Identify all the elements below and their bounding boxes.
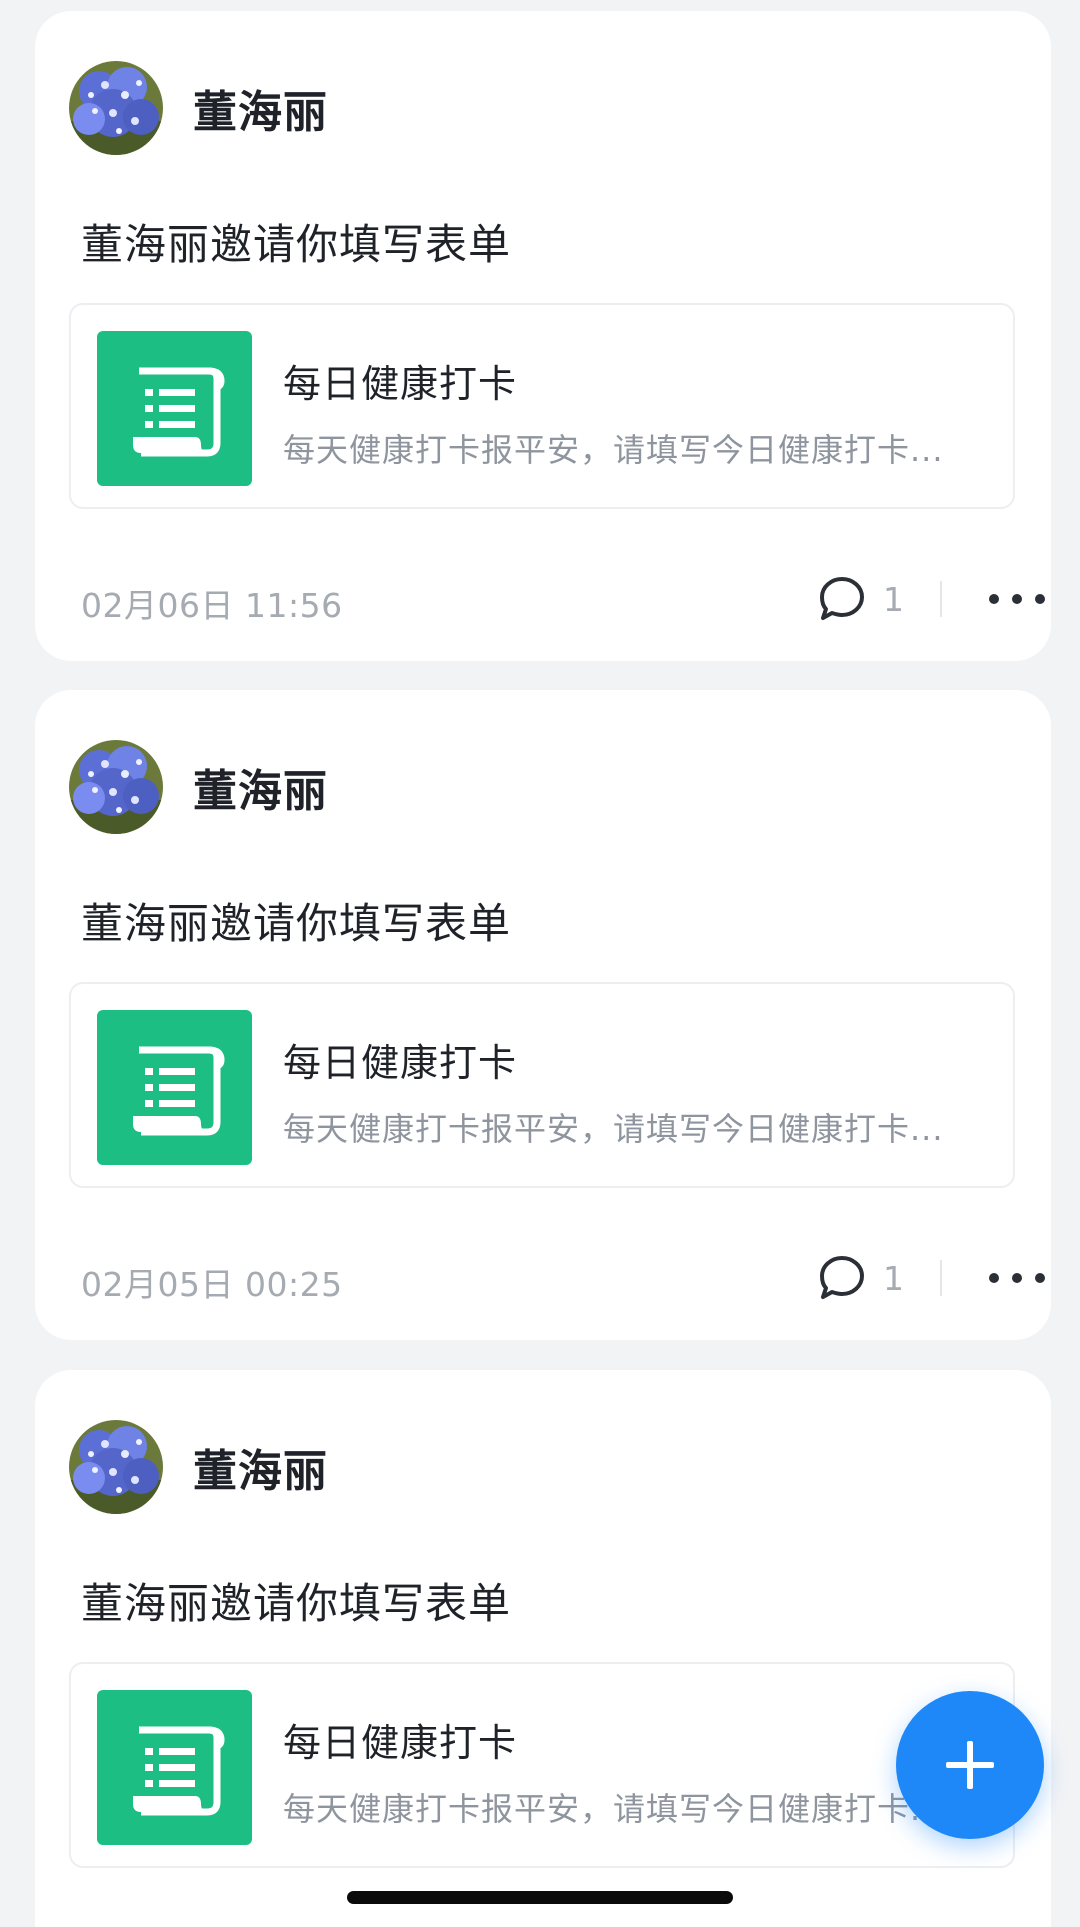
form-title: 每日健康打卡: [283, 362, 518, 406]
post-timestamp: 02月06日 11:56: [81, 586, 343, 625]
more-horizontal-icon: [989, 594, 999, 604]
post-header: 董海丽: [69, 61, 328, 155]
post-footer: 02月06日 11:56 1: [81, 571, 1045, 627]
author-name: 董海丽: [193, 87, 328, 138]
avatar[interactable]: [69, 740, 163, 834]
home-indicator[interactable]: [347, 1891, 733, 1904]
post-header: 董海丽: [69, 740, 328, 834]
post-card[interactable]: 董海丽 董海丽邀请你填写表单 每日健康打卡 每天健康打卡报平安，请填写今日健康打…: [35, 11, 1051, 661]
hydrangea-avatar-image: [69, 1420, 163, 1514]
form-description: 每天健康打卡报平安，请填写今日健康打卡...: [283, 431, 944, 469]
more-horizontal-icon: [1035, 1273, 1045, 1283]
post-message: 董海丽邀请你填写表单: [81, 220, 512, 269]
form-card[interactable]: 每日健康打卡 每天健康打卡报平安，请填写今日健康打卡...: [69, 1662, 1015, 1868]
add-fab-button[interactable]: [896, 1691, 1044, 1839]
form-description: 每天健康打卡报平安，请填写今日健康打卡...: [283, 1790, 944, 1828]
post-header: 董海丽: [69, 1420, 328, 1514]
speech-bubble-icon: [820, 577, 864, 620]
more-options-button[interactable]: [989, 1256, 1045, 1300]
more-options-button[interactable]: [989, 577, 1045, 621]
speech-bubble-icon: [820, 1256, 864, 1299]
form-title: 每日健康打卡: [283, 1041, 518, 1085]
comment-button[interactable]: 1: [817, 1250, 904, 1306]
comment-count: 1: [883, 579, 904, 619]
post-timestamp: 02月05日 00:25: [81, 1265, 343, 1304]
comment-button[interactable]: 1: [817, 571, 904, 627]
post-card[interactable]: 董海丽 董海丽邀请你填写表单 每日健康打卡 每天健康打卡报平安，请填写今日健康打…: [35, 690, 1051, 1340]
post-footer: 02月05日 00:25 1: [81, 1250, 1045, 1306]
scroll-form-icon: [97, 1010, 252, 1165]
hydrangea-avatar-image: [69, 740, 163, 834]
author-name: 董海丽: [193, 766, 328, 817]
author-name: 董海丽: [193, 1446, 328, 1497]
post-card[interactable]: 董海丽 董海丽邀请你填写表单 每日健康打卡 每天健康打卡报平安，请填写今日健康打…: [35, 1370, 1051, 1927]
comment-count: 1: [883, 1258, 904, 1298]
form-description: 每天健康打卡报平安，请填写今日健康打卡...: [283, 1110, 944, 1148]
avatar[interactable]: [69, 1420, 163, 1514]
form-card[interactable]: 每日健康打卡 每天健康打卡报平安，请填写今日健康打卡...: [69, 303, 1015, 509]
hydrangea-avatar-image: [69, 61, 163, 155]
feed-list[interactable]: 董海丽 董海丽邀请你填写表单 每日健康打卡 每天健康打卡报平安，请填写今日健康打…: [0, 0, 1080, 1927]
more-horizontal-icon: [1035, 594, 1045, 604]
footer-divider: [940, 581, 942, 617]
scroll-form-icon: [97, 331, 252, 486]
form-card[interactable]: 每日健康打卡 每天健康打卡报平安，请填写今日健康打卡...: [69, 982, 1015, 1188]
more-horizontal-icon: [1012, 594, 1022, 604]
post-message: 董海丽邀请你填写表单: [81, 1579, 512, 1628]
footer-divider: [940, 1260, 942, 1296]
plus-icon: [946, 1741, 994, 1789]
more-horizontal-icon: [1012, 1273, 1022, 1283]
form-title: 每日健康打卡: [283, 1721, 518, 1765]
scroll-form-icon: [97, 1690, 252, 1845]
avatar[interactable]: [69, 61, 163, 155]
post-message: 董海丽邀请你填写表单: [81, 899, 512, 948]
more-horizontal-icon: [989, 1273, 999, 1283]
